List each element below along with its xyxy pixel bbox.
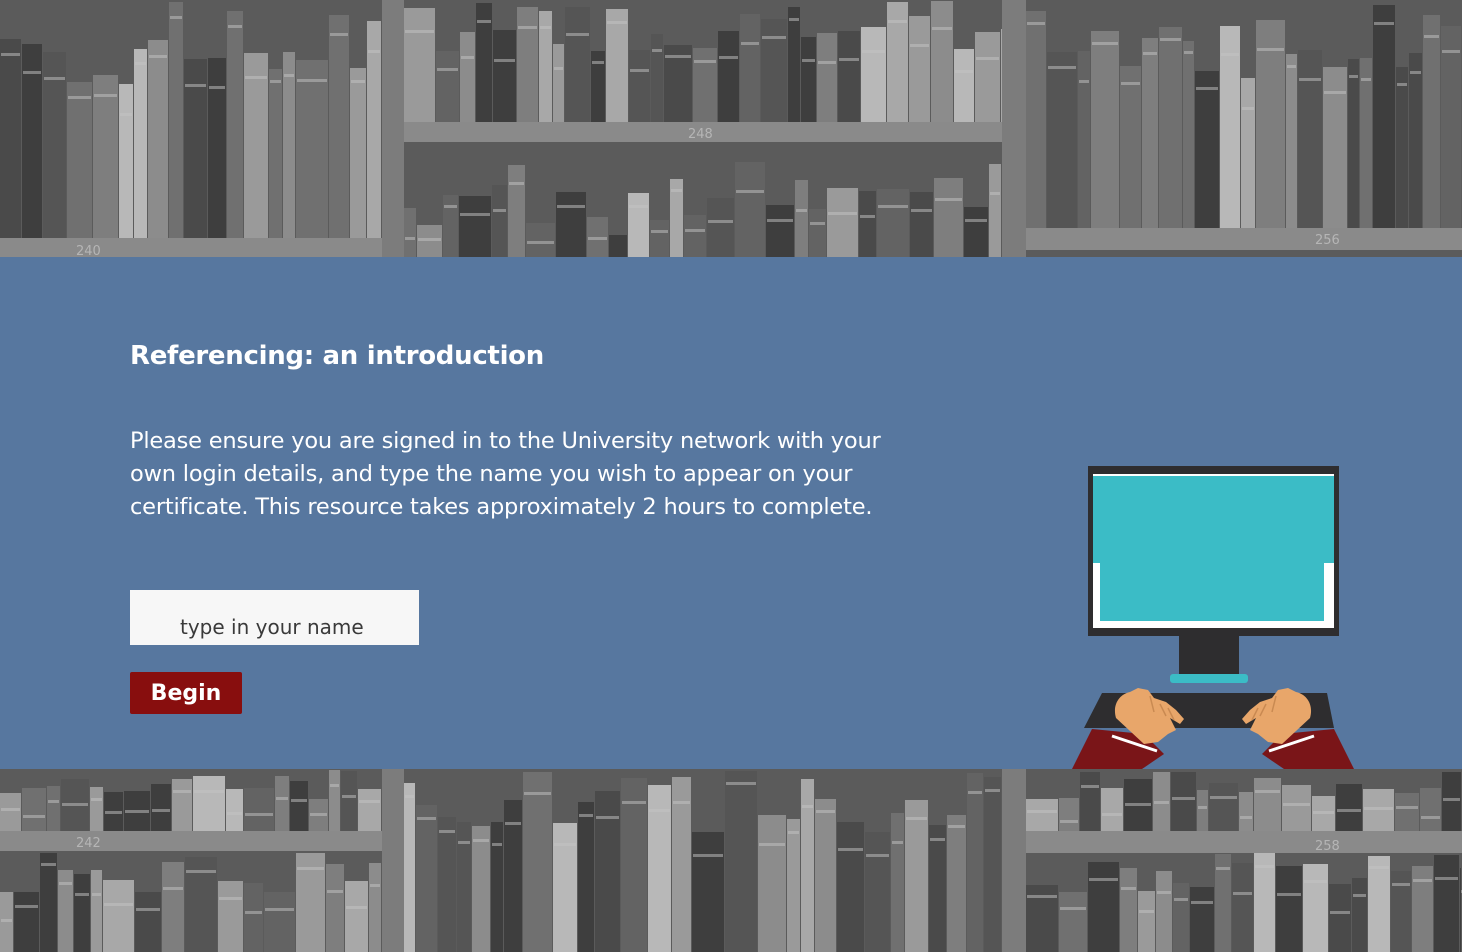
computer-user-icon — [1072, 466, 1354, 769]
bookshelf-background-bottom: 242 258 — [0, 769, 1462, 952]
shelf-label: 258 — [1315, 839, 1340, 854]
page-title: Referencing: an introduction — [130, 341, 544, 371]
shelf-label: 248 — [688, 127, 713, 142]
instructions-text: Please ensure you are signed in to the U… — [130, 428, 881, 520]
welcome-page: 240 248 256 Referencing: an introduction… — [0, 0, 1462, 952]
shelf-label: 240 — [76, 244, 101, 257]
bookshelf-photo-icon: 242 258 — [0, 769, 1462, 952]
bookshelf-photo-icon: 240 248 256 — [0, 0, 1462, 257]
shelf-label: 256 — [1315, 233, 1340, 248]
bookshelf-background-top: 240 248 256 — [0, 0, 1462, 257]
shelf-label: 242 — [76, 836, 101, 851]
computer-user-illustration — [1072, 466, 1354, 774]
name-input[interactable] — [130, 590, 419, 645]
begin-button[interactable]: Begin — [130, 672, 242, 714]
intro-panel: Referencing: an introduction Please ensu… — [0, 257, 1462, 769]
